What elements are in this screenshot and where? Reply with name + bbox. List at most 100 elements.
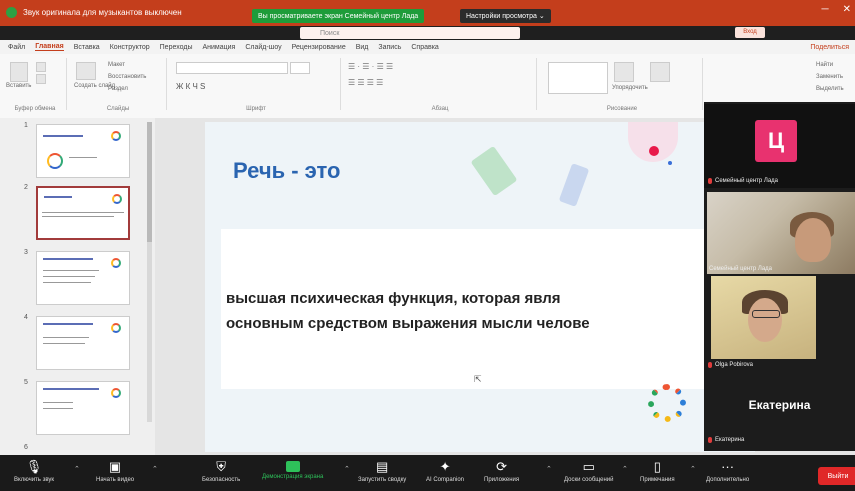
- slides-group: Создать слайд Макет Восстановить Раздел …: [70, 58, 167, 112]
- tab-transitions[interactable]: Переходы: [160, 44, 193, 51]
- tab-home[interactable]: Главная: [35, 43, 64, 51]
- thumb-text-line: [43, 337, 89, 338]
- slide-body-line-2: основным средством выражения мысли челов…: [226, 315, 590, 332]
- thumb-number: 4: [24, 314, 28, 321]
- tab-view[interactable]: Вид: [356, 44, 369, 51]
- font-family-select[interactable]: [176, 62, 288, 74]
- font-size-select[interactable]: [290, 62, 310, 74]
- summary-button[interactable]: ▤ Запустить сводку: [358, 459, 406, 483]
- whiteboards-button[interactable]: ▭ Доски сообщений: [564, 459, 614, 483]
- share-banner: Вы просматриваете экран Семейный центр Л…: [252, 9, 425, 23]
- copy-icon[interactable]: [36, 74, 46, 84]
- chevron-up-icon[interactable]: ⌃: [344, 465, 350, 473]
- tab-review[interactable]: Рецензирование: [292, 44, 346, 51]
- replace-button[interactable]: Заменить: [816, 74, 843, 80]
- arrange-icon[interactable]: [614, 62, 634, 82]
- quick-styles-icon[interactable]: [650, 62, 670, 82]
- thumb-text-line: [43, 402, 73, 403]
- group-label-slides: Слайды: [106, 106, 130, 112]
- paragraph-group: ☰ · ☰ · ☰ ☰ ☰ ☰ ☰ ☰ Абзац: [344, 58, 537, 112]
- tab-record[interactable]: Запись: [378, 44, 401, 51]
- layout-button[interactable]: Макет: [108, 62, 125, 68]
- minimize-icon[interactable]: ─: [822, 4, 829, 15]
- signin-button[interactable]: Вход: [735, 27, 765, 38]
- new-slide-icon[interactable]: [76, 62, 96, 80]
- share-screen-button[interactable]: Демонстрация экрана: [262, 459, 323, 480]
- paste-label: Вставить: [6, 83, 32, 89]
- slide-thumbnail-1[interactable]: [36, 124, 130, 178]
- window-controls: ─ ✕: [822, 4, 851, 15]
- select-button[interactable]: Выделить: [816, 86, 844, 92]
- document-icon: ▤: [376, 459, 389, 474]
- slide-thumbnail-4[interactable]: [36, 316, 130, 370]
- reset-button[interactable]: Восстановить: [108, 74, 146, 80]
- chevron-up-icon[interactable]: ⌃: [622, 465, 628, 473]
- avatar: Ц: [755, 120, 797, 162]
- ppt-search-input[interactable]: Поиск: [300, 27, 520, 39]
- shield-icon: [6, 6, 17, 18]
- slide-body-text[interactable]: высшая психическая функция, которая явля…: [226, 286, 706, 336]
- chevron-up-icon[interactable]: ⌃: [690, 465, 696, 473]
- section-button[interactable]: Раздел: [108, 86, 128, 92]
- logo-icon: [112, 194, 122, 204]
- drawing-group: Упорядочить Рисование: [542, 58, 703, 112]
- unmute-button[interactable]: 🎙 Включить звук: [14, 459, 54, 483]
- chevron-up-icon[interactable]: ⌃: [546, 465, 552, 473]
- mouse-cursor-icon: ⇱: [474, 374, 482, 384]
- list-buttons[interactable]: ☰ · ☰ · ☰ ☰: [348, 62, 393, 71]
- share-screen-icon: [285, 461, 300, 472]
- slide-thumbnail-2[interactable]: [36, 186, 130, 240]
- security-label: Безопасность: [202, 477, 241, 483]
- decor-dot: [668, 161, 672, 165]
- chevron-up-icon[interactable]: ⌃: [152, 465, 158, 473]
- share-button[interactable]: Поделиться: [810, 44, 849, 51]
- chevron-up-icon[interactable]: ⌃: [74, 465, 80, 473]
- paste-icon[interactable]: [10, 62, 28, 82]
- find-button[interactable]: Найти: [816, 62, 833, 68]
- tab-insert[interactable]: Вставка: [74, 44, 100, 51]
- notes-button[interactable]: ▯ Примечания: [640, 459, 675, 483]
- whiteboard-icon: ▭: [582, 459, 595, 474]
- arrange-label: Упорядочить: [612, 85, 648, 91]
- participant-name-2: Семейный центр Лада: [709, 266, 772, 272]
- thumb-text-line: [43, 282, 91, 283]
- ai-companion-button[interactable]: ✦ AI Companion: [426, 459, 464, 483]
- security-button[interactable]: ⛨ Безопасность: [202, 459, 240, 483]
- thumb-text-line: [43, 343, 85, 344]
- clipboard-group: Вставить Буфер обмена: [4, 58, 67, 112]
- apps-button[interactable]: ⟳ Приложения: [484, 459, 519, 483]
- group-label-clipboard: Буфер обмена: [14, 106, 56, 112]
- participant-name-1: Семейный центр Лада: [708, 178, 778, 184]
- slide-thumbnail-5[interactable]: [36, 381, 130, 435]
- thumb-text-line: [43, 408, 73, 409]
- ribbon-tabs: Файл Главная Вставка Конструктор Переход…: [0, 40, 855, 54]
- font-style-buttons[interactable]: Ж К Ч S: [176, 82, 205, 91]
- tab-file[interactable]: Файл: [8, 44, 25, 51]
- family-center-logo: [648, 384, 686, 422]
- shapes-gallery[interactable]: [548, 62, 608, 94]
- close-icon[interactable]: ✕: [843, 4, 851, 15]
- participant-name-4: Екатерина: [708, 437, 744, 443]
- thumbnails-scroll-thumb[interactable]: [147, 122, 152, 242]
- align-buttons[interactable]: ☰ ☰ ☰ ☰: [348, 78, 383, 87]
- slide-title[interactable]: Речь - это: [233, 158, 340, 184]
- mic-muted-icon: [708, 362, 712, 368]
- slide-thumbnail-3[interactable]: [36, 251, 130, 305]
- thumb-text-line: [43, 276, 95, 277]
- tab-help[interactable]: Справка: [411, 44, 438, 51]
- zoom-audio-notice[interactable]: Звук оригинала для музыкантов выключен: [6, 4, 182, 20]
- slide-thumbnails-pane: 1 2 3 4 5 6: [0, 118, 155, 455]
- shield-icon: ⛨: [216, 459, 227, 474]
- view-settings-button[interactable]: Настройки просмотра ⌄: [460, 9, 551, 23]
- tab-animations[interactable]: Анимация: [202, 44, 235, 51]
- leave-button[interactable]: Выйти: [818, 467, 855, 485]
- tab-design[interactable]: Конструктор: [110, 44, 150, 51]
- logo-icon: [111, 131, 121, 141]
- more-button[interactable]: ··· Дополнительно: [706, 459, 749, 483]
- participant-display-name[interactable]: Екатерина: [704, 398, 855, 412]
- start-video-button[interactable]: ▣ Начать видео: [96, 459, 134, 483]
- cut-icon[interactable]: [36, 62, 46, 72]
- mic-off-icon: 🎙: [25, 459, 43, 474]
- logo-icon: [111, 323, 121, 333]
- tab-slideshow[interactable]: Слайд-шоу: [245, 44, 281, 51]
